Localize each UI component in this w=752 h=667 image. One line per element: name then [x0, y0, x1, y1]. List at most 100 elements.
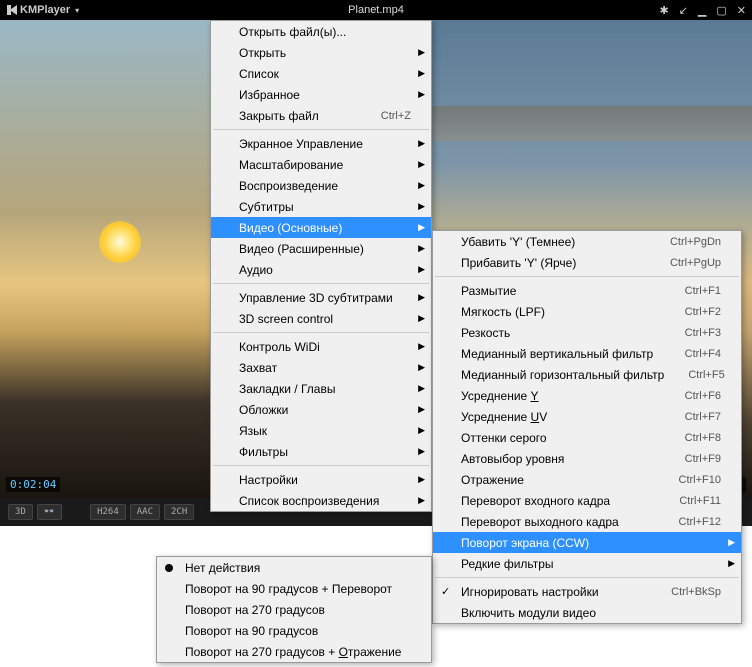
menu-item[interactable]: Переворот выходного кадраCtrl+F12	[433, 511, 741, 532]
menu-item-shortcut: Ctrl+F7	[685, 411, 721, 423]
menu-item-label: Список	[239, 67, 411, 81]
menu-item[interactable]: Открыть файл(ы)...	[211, 21, 431, 42]
menu-item-label: Прибавить 'Y' (Ярче)	[461, 256, 646, 270]
menu-item[interactable]: ОтражениеCtrl+F10	[433, 469, 741, 490]
menu-item-label: Открыть файл(ы)...	[239, 25, 411, 39]
menu-item[interactable]: Масштабирование▶	[211, 154, 431, 175]
menu-item-shortcut: Ctrl+F2	[685, 306, 721, 318]
menu-item[interactable]: Убавить 'Y' (Темнее)Ctrl+PgDn	[433, 231, 741, 252]
menu-item[interactable]: Усреднение UV Ctrl+F7	[433, 406, 741, 427]
menu-item[interactable]: Поворот на 90 градусов + Переворот	[157, 578, 431, 599]
menu-item-label: Настройки	[239, 473, 411, 487]
menu-item[interactable]: 3D screen control▶	[211, 308, 431, 329]
menu-item[interactable]: Медианный вертикальный фильтрCtrl+F4	[433, 343, 741, 364]
menu-item[interactable]: Переворот входного кадраCtrl+F11	[433, 490, 741, 511]
menu-item[interactable]: Поворот экрана (CCW)▶	[433, 532, 741, 553]
menu-item[interactable]: Контроль WiDi▶	[211, 336, 431, 357]
maximize-icon[interactable]: ▢	[716, 4, 726, 17]
submenu-arrow-icon: ▶	[728, 537, 735, 548]
menu-item[interactable]: Избранное▶	[211, 84, 431, 105]
menu-item[interactable]: Субтитры▶	[211, 196, 431, 217]
menu-item[interactable]: Оттенки серого Ctrl+F8	[433, 427, 741, 448]
menu-item-shortcut: Ctrl+F8	[685, 432, 721, 444]
menu-item-label: Открыть	[239, 46, 411, 60]
menu-separator	[213, 129, 429, 130]
menu-item[interactable]: Воспроизведение▶	[211, 175, 431, 196]
menu-item-label: Резкость	[461, 326, 661, 340]
menu-item[interactable]: Усреднение YCtrl+F6	[433, 385, 741, 406]
menu-item-label: Игнорировать настройки	[461, 585, 647, 599]
menu-item-label: Воспроизведение	[239, 179, 411, 193]
titlebar: KMPlayer ▾ Planet.mp4 ✱ ↙ ▁ ▢ ✕	[0, 0, 752, 20]
channels-badge: 2CH	[164, 504, 194, 520]
dropdown-icon[interactable]: ▾	[75, 6, 79, 15]
context-menu-main: Открыть файл(ы)...Открыть▶Список▶Избранн…	[210, 20, 432, 512]
menu-item[interactable]: Нет действия	[157, 557, 431, 578]
menu-item[interactable]: Управление 3D субтитрами▶	[211, 287, 431, 308]
menu-item[interactable]: Видео (Расширенные)▶	[211, 238, 431, 259]
submenu-arrow-icon: ▶	[418, 201, 425, 212]
submenu-video-basic: Убавить 'Y' (Темнее)Ctrl+PgDnПрибавить '…	[432, 230, 742, 624]
menu-item[interactable]: Медианный горизонтальный фильтр Ctrl+F5	[433, 364, 741, 385]
menu-item-label: Медианный вертикальный фильтр	[461, 347, 661, 361]
menu-item-shortcut: Ctrl+F3	[685, 327, 721, 339]
menu-item[interactable]: Список воспроизведения▶	[211, 490, 431, 511]
menu-item[interactable]: Мягкость (LPF)Ctrl+F2	[433, 301, 741, 322]
menu-item[interactable]: Включить модули видео	[433, 602, 741, 623]
menu-item-label: Автовыбор уровня	[461, 452, 661, 466]
menu-item[interactable]: Видео (Основные)▶	[211, 217, 431, 238]
menu-item-label: Усреднение UV	[461, 410, 661, 424]
menu-item-label: Включить модули видео	[461, 606, 721, 620]
submenu-arrow-icon: ▶	[418, 159, 425, 170]
menu-item-label: Усреднение Y	[461, 389, 661, 403]
menu-item[interactable]: Экранное Управление▶	[211, 133, 431, 154]
menu-item[interactable]: Открыть▶	[211, 42, 431, 63]
menu-item[interactable]: Поворот на 270 градусов + Отражение	[157, 641, 431, 662]
menu-item[interactable]: Закрыть файлCtrl+Z	[211, 105, 431, 126]
menu-item[interactable]: Фильтры▶	[211, 441, 431, 462]
menu-item-shortcut: Ctrl+F12	[679, 516, 722, 528]
menu-item-shortcut: Ctrl+F5	[688, 369, 724, 381]
menu-item-label: Фильтры	[239, 445, 411, 459]
menu-item[interactable]: Прибавить 'Y' (Ярче)Ctrl+PgUp	[433, 252, 741, 273]
menu-item-label: Управление 3D субтитрами	[239, 291, 411, 305]
app-logo[interactable]: KMPlayer ▾	[6, 4, 79, 16]
menu-item[interactable]: Аудио▶	[211, 259, 431, 280]
app-name: KMPlayer	[20, 4, 70, 16]
menu-item-label: Язык	[239, 424, 411, 438]
menu-separator	[213, 283, 429, 284]
menu-item[interactable]: Автовыбор уровняCtrl+F9	[433, 448, 741, 469]
menu-item[interactable]: Список▶	[211, 63, 431, 84]
minimize-icon[interactable]: ▁	[698, 4, 706, 17]
menu-item[interactable]: ✓Игнорировать настройкиCtrl+BkSp	[433, 581, 741, 602]
menu-item-label: Захват	[239, 361, 411, 375]
menu-item[interactable]: Язык ▶	[211, 420, 431, 441]
menu-item[interactable]: Захват ▶	[211, 357, 431, 378]
pin-icon[interactable]: ✱	[659, 4, 668, 17]
submenu-arrow-icon: ▶	[418, 362, 425, 373]
menu-item[interactable]: Настройки▶	[211, 469, 431, 490]
close-icon[interactable]: ✕	[737, 4, 746, 17]
menu-item[interactable]: Поворот на 90 градусов	[157, 620, 431, 641]
submenu-rotate: Нет действия Поворот на 90 градусов + Пер…	[156, 556, 432, 663]
menu-item[interactable]: Редкие фильтры▶	[433, 553, 741, 574]
3d-button[interactable]: 3D	[8, 504, 33, 520]
menu-item-label: Медианный горизонтальный фильтр	[461, 368, 664, 382]
menu-item-label: Оттенки серого	[461, 431, 661, 445]
3d-glasses-button[interactable]: 👓	[37, 504, 62, 520]
menu-separator	[213, 332, 429, 333]
submenu-arrow-icon: ▶	[418, 425, 425, 436]
submenu-arrow-icon: ▶	[418, 138, 425, 149]
kmplayer-icon	[6, 4, 18, 16]
menu-item-label: Нет действия	[185, 561, 411, 575]
menu-item[interactable]: Закладки / Главы▶	[211, 378, 431, 399]
menu-item[interactable]: Резкость Ctrl+F3	[433, 322, 741, 343]
audio-codec-badge: AAC	[130, 504, 160, 520]
menu-item[interactable]: РазмытиеCtrl+F1	[433, 280, 741, 301]
menu-item[interactable]: Поворот на 270 градусов	[157, 599, 431, 620]
file-title: Planet.mp4	[348, 4, 404, 16]
menu-item[interactable]: Обложки▶	[211, 399, 431, 420]
restore-icon[interactable]: ↙	[679, 4, 688, 17]
window-controls: ✱ ↙ ▁ ▢ ✕	[659, 4, 746, 17]
timestamp-left: 0:02:04	[6, 477, 60, 492]
